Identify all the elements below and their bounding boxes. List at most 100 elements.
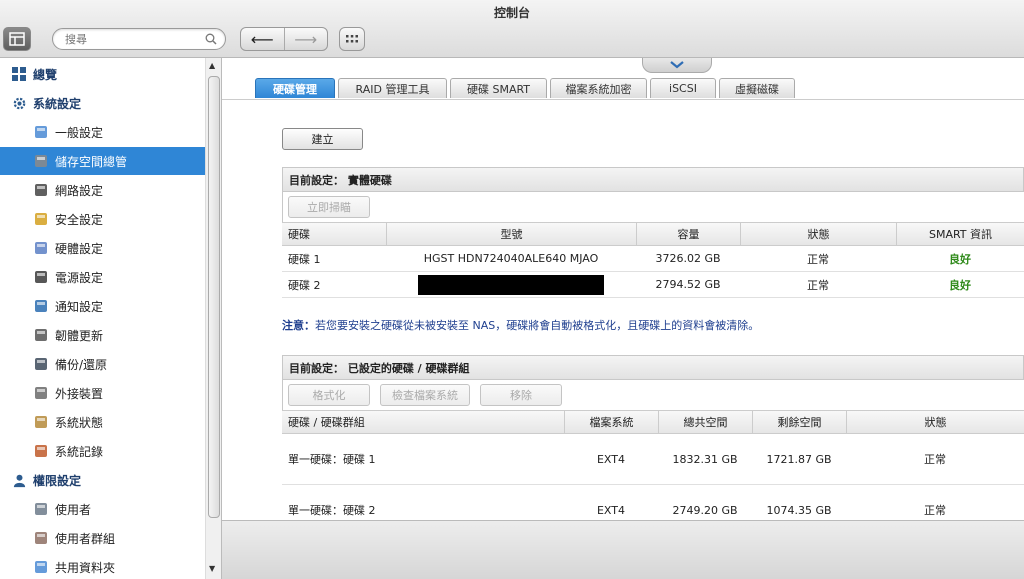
system-status-icon xyxy=(33,414,49,430)
physical-toolbar: 立即掃瞄 xyxy=(282,192,1024,222)
user-icon xyxy=(11,472,27,488)
cell-model xyxy=(386,272,636,297)
col-model: 型號 xyxy=(386,223,636,245)
cell-status: 正常 xyxy=(924,453,946,466)
cell-disk: 硬碟 2 xyxy=(288,278,321,292)
shared-folder-icon xyxy=(33,559,49,575)
sidebar-item-storage[interactable]: 儲存空間總管 xyxy=(0,147,205,175)
sidebar-item-general-settings[interactable]: 一般設定 xyxy=(0,118,205,146)
sidebar-item-system-log[interactable]: 系統記錄 xyxy=(0,437,205,465)
cell-free: 1721.87 GB xyxy=(766,452,832,466)
cell-smart: 良好 xyxy=(949,278,971,292)
cell-capacity: 3726.02 GB xyxy=(655,252,721,265)
sidebar-item-network[interactable]: 網路設定 xyxy=(0,176,205,204)
sidebar-item-hardware[interactable]: 硬體設定 xyxy=(0,234,205,262)
scroll-down-icon[interactable]: ▼ xyxy=(209,564,215,573)
cell-fs: EXT4 xyxy=(596,452,625,466)
user-icon xyxy=(33,501,49,517)
search-box[interactable] xyxy=(52,28,226,50)
tab-iscsi[interactable]: iSCSI xyxy=(650,78,716,98)
table-row[interactable]: 硬碟 1 HGST HDN724040ALE640 MJAO 3726.02 GB 正… xyxy=(282,246,1024,272)
backup-icon xyxy=(33,356,49,372)
sidebar-item-overview[interactable]: 總覽 xyxy=(0,60,205,88)
external-device-icon xyxy=(33,385,49,401)
table-row[interactable]: 單一硬碟：硬碟 1 EXT4 1832.31 GB 1721.87 GB 正常 xyxy=(282,434,1024,485)
user-group-icon xyxy=(33,530,49,546)
sidebar-item-backup[interactable]: 備份/還原 xyxy=(0,350,205,378)
system-log-icon xyxy=(33,443,49,459)
firmware-icon xyxy=(33,327,49,343)
power-icon xyxy=(33,269,49,285)
cell-name: 單一硬碟：硬碟 1 xyxy=(288,453,376,466)
notification-icon xyxy=(33,298,49,314)
cell-status: 正常 xyxy=(807,278,829,292)
format-button[interactable]: 格式化 xyxy=(288,384,370,406)
chevron-down-icon xyxy=(670,61,684,69)
physical-disks-header: 目前設定： 實體硬碟 xyxy=(282,167,1024,192)
col-disk: 硬碟 xyxy=(288,228,310,241)
scroll-up-icon[interactable]: ▲ xyxy=(209,61,215,70)
sidebar-item-label: 使用者 xyxy=(55,502,92,517)
sidebar-item-label: 韌體更新 xyxy=(55,328,104,343)
col-filesystem: 檔案系統 xyxy=(564,411,658,433)
sidebar-item-user[interactable]: 使用者 xyxy=(0,495,205,523)
general-settings-icon xyxy=(33,124,49,140)
cell-model: HGST HDN724040ALE640 MJAO xyxy=(423,252,599,265)
lock-icon xyxy=(33,211,49,227)
back-button[interactable]: ⟵ xyxy=(241,28,284,50)
search-icon[interactable] xyxy=(205,33,217,45)
sidebar-item-label: 儲存空間總管 xyxy=(55,154,128,169)
cell-total: 1832.31 GB xyxy=(672,452,738,466)
check-fs-button[interactable]: 檢查檔案系統 xyxy=(380,384,470,406)
sidebar-item-lock[interactable]: 安全設定 xyxy=(0,205,205,233)
sidebar-item-label: 一般設定 xyxy=(55,125,104,140)
overview-icon xyxy=(11,66,27,82)
table-row[interactable]: 硬碟 2 2794.52 GB 正常 良好 xyxy=(282,272,1024,298)
remove-button[interactable]: 移除 xyxy=(480,384,562,406)
sidebar-item-label: 使用者群組 xyxy=(55,531,116,546)
sidebar-item-shared-folder[interactable]: 共用資料夾 xyxy=(0,553,205,579)
tab-fs-encryption[interactable]: 檔案系統加密 xyxy=(550,78,647,98)
col-capacity: 容量 xyxy=(636,223,740,245)
cell-status: 正常 xyxy=(807,252,829,266)
collapse-toggle[interactable] xyxy=(642,58,712,73)
volumes-header: 目前設定： 已設定的硬碟 / 硬碟群組 xyxy=(282,355,1024,380)
apps-button[interactable] xyxy=(339,27,365,51)
col-volume: 硬碟 / 硬碟群組 xyxy=(288,416,365,429)
sidebar-item-user-group[interactable]: 使用者群組 xyxy=(0,524,205,552)
create-button[interactable]: 建立 xyxy=(282,128,363,150)
sidebar-scrollbar[interactable]: ▲ ▼ xyxy=(205,58,221,579)
physical-table-header: 硬碟 型號 容量 狀態 SMART 資訊 xyxy=(282,222,1024,246)
notice-label: 注意： xyxy=(282,319,315,332)
tab-disk-smart[interactable]: 硬碟 SMART xyxy=(450,78,547,98)
network-icon xyxy=(33,182,49,198)
sidebar-item-label: 通知設定 xyxy=(55,299,104,314)
grid-icon xyxy=(346,35,358,43)
col-free: 剩餘空間 xyxy=(752,411,846,433)
sidebar-item-firmware[interactable]: 韌體更新 xyxy=(0,321,205,349)
sidebar-item-label: 系統設定 xyxy=(33,96,82,111)
sidebar-item-label: 系統狀態 xyxy=(55,415,104,430)
notice-text: 注意：若您要安裝之硬碟從未被安裝至 NAS，硬碟將會自動被格式化，且硬碟上的資料… xyxy=(282,317,759,333)
sidebar-item-system-status[interactable]: 系統狀態 xyxy=(0,408,205,436)
sidebar-item-notification[interactable]: 通知設定 xyxy=(0,292,205,320)
sidebar-item-user[interactable]: 權限設定 xyxy=(0,466,205,494)
home-button[interactable] xyxy=(3,27,31,51)
scroll-thumb[interactable] xyxy=(208,76,220,518)
tab-virtual-disk[interactable]: 虛擬磁碟 xyxy=(719,78,795,98)
sidebar-item-gear[interactable]: 系統設定 xyxy=(0,89,205,117)
search-input[interactable] xyxy=(65,32,195,47)
sidebar: 總覽系統設定一般設定儲存空間總管網路設定 安全設定 硬體設定 電源設定通知設定韌體更新… xyxy=(0,58,222,579)
top-bar: 控制台 ⟵ ⟶ xyxy=(0,0,1024,58)
sidebar-item-label: 權限設定 xyxy=(33,473,82,488)
sidebar-item-external-device[interactable]: 外接裝置 xyxy=(0,379,205,407)
scan-now-button[interactable]: 立即掃瞄 xyxy=(288,196,370,218)
back-arrow-icon: ⟵ xyxy=(250,29,274,49)
tab-disk-management[interactable]: 硬碟管理 xyxy=(255,78,335,98)
cell-capacity: 2794.52 GB xyxy=(655,278,721,291)
sidebar-item-label: 系統記錄 xyxy=(55,444,104,459)
sidebar-item-power[interactable]: 電源設定 xyxy=(0,263,205,291)
window-title: 控制台 xyxy=(493,6,530,20)
forward-button[interactable]: ⟶ xyxy=(283,28,328,50)
tab-raid-tool[interactable]: RAID 管理工具 xyxy=(338,78,447,98)
